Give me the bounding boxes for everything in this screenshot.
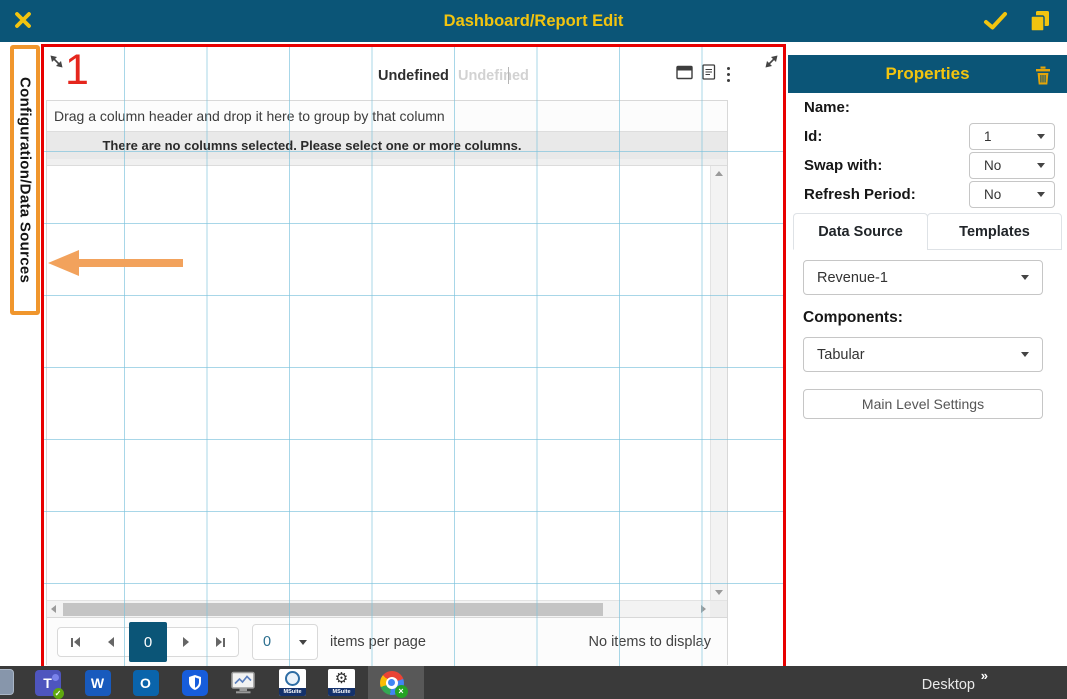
gear-icon: ⚙ bbox=[335, 671, 348, 686]
refresh-period-label: Refresh Period: bbox=[804, 186, 916, 203]
caret-down-icon bbox=[1037, 192, 1045, 197]
refresh-period-value: No bbox=[984, 187, 1001, 202]
id-select[interactable]: 1 bbox=[969, 123, 1055, 150]
word-icon[interactable]: W bbox=[84, 669, 111, 696]
copy-icon[interactable] bbox=[1028, 9, 1051, 38]
field-row-swap: Swap with: No bbox=[788, 151, 1067, 180]
data-source-select[interactable]: Revenue-1 bbox=[803, 260, 1043, 295]
teams-letter: T bbox=[43, 675, 52, 691]
caret-down-icon bbox=[1037, 134, 1045, 139]
scroll-left-icon[interactable] bbox=[51, 605, 56, 613]
show-desktop-label[interactable]: Desktop bbox=[922, 677, 975, 693]
id-label: Id: bbox=[804, 128, 822, 145]
data-source-value: Revenue-1 bbox=[817, 270, 888, 286]
scroll-down-icon[interactable] bbox=[715, 590, 723, 595]
trash-icon[interactable] bbox=[1034, 64, 1052, 90]
components-value: Tabular bbox=[817, 347, 865, 363]
teams-people-dot bbox=[52, 674, 59, 681]
next-page-icon[interactable] bbox=[168, 628, 203, 656]
id-value: 1 bbox=[984, 129, 992, 144]
tab-data-source[interactable]: Data Source bbox=[793, 213, 928, 250]
grid-filter-row bbox=[47, 159, 727, 166]
previous-page-icon[interactable] bbox=[93, 628, 128, 656]
bitwarden-icon[interactable] bbox=[181, 669, 208, 696]
refresh-period-select[interactable]: No bbox=[969, 181, 1055, 208]
field-row-refresh: Refresh Period: No bbox=[788, 180, 1067, 209]
page-size-select[interactable]: 0 bbox=[252, 624, 318, 660]
grid-group-hint: Drag a column header and drop it here to… bbox=[54, 108, 445, 124]
field-row-name: Name: bbox=[788, 93, 1067, 122]
dashboard-component-1[interactable]: 1 Undefined Undefined Drag a column head… bbox=[41, 44, 786, 666]
grid-group-drop-zone[interactable]: Drag a column header and drop it here to… bbox=[47, 101, 727, 132]
report-file-icon[interactable] bbox=[702, 64, 716, 85]
page-size-value: 0 bbox=[263, 634, 271, 650]
grid-pager: 0 0 items per page No items to display bbox=[47, 617, 727, 666]
msuite-globe-logo bbox=[285, 671, 300, 686]
resize-ne-handle-icon[interactable] bbox=[763, 53, 780, 75]
left-arrow-annotation-icon bbox=[48, 249, 184, 282]
properties-tabstrip: Data Source Templates bbox=[793, 213, 1062, 250]
sidebar-tab-label: Configuration/Data Sources bbox=[17, 77, 34, 283]
first-page-icon[interactable] bbox=[58, 628, 93, 656]
name-label: Name: bbox=[804, 99, 850, 116]
items-per-page-label: items per page bbox=[330, 634, 426, 650]
properties-title: Properties bbox=[788, 64, 1067, 84]
vertical-scrollbar[interactable] bbox=[710, 166, 727, 600]
horizontal-scroll-thumb[interactable] bbox=[63, 603, 603, 616]
system-monitor-icon[interactable] bbox=[230, 669, 257, 696]
properties-panel: Properties Name: Id: 1 Swap with: No Ref… bbox=[788, 42, 1067, 666]
msuite-settings-label: MSuite bbox=[328, 688, 355, 696]
word-letter: W bbox=[91, 675, 104, 691]
pager-status: No items to display bbox=[589, 634, 712, 650]
app-partial-icon[interactable] bbox=[0, 669, 14, 695]
check-icon[interactable] bbox=[983, 10, 1008, 37]
chrome-icon[interactable]: × bbox=[378, 669, 405, 696]
scroll-up-icon[interactable] bbox=[715, 171, 723, 176]
horizontal-scrollbar[interactable] bbox=[47, 600, 710, 617]
teams-icon[interactable]: T ✓ bbox=[34, 669, 61, 696]
msuite-app-label: MSuite bbox=[279, 688, 306, 696]
data-grid: Drag a column header and drop it here to… bbox=[46, 100, 728, 665]
last-page-icon[interactable] bbox=[203, 628, 238, 656]
properties-header: Properties bbox=[788, 55, 1067, 93]
window-icon[interactable] bbox=[676, 65, 693, 85]
msuite-settings-icon[interactable]: ⚙ MSuite bbox=[328, 669, 355, 696]
grid-content-area bbox=[47, 166, 727, 600]
component-subtitle-placeholder[interactable]: Undefined bbox=[458, 68, 529, 84]
caret-down-icon bbox=[1037, 163, 1045, 168]
caret-down-icon bbox=[1021, 275, 1029, 280]
components-label: Components: bbox=[803, 309, 1067, 327]
main-level-settings-button[interactable]: Main Level Settings bbox=[803, 389, 1043, 419]
outlook-letter: O bbox=[140, 675, 151, 691]
top-app-bar: Dashboard/Report Edit bbox=[0, 0, 1067, 42]
caret-down-icon bbox=[299, 640, 307, 645]
swap-with-select[interactable]: No bbox=[969, 152, 1055, 179]
windows-taskbar: T ✓ W O MSuite ⚙ MSuite × » bbox=[0, 666, 1067, 699]
kebab-menu-icon[interactable] bbox=[725, 66, 732, 83]
text-caret bbox=[508, 67, 509, 84]
grid-no-columns-message: There are no columns selected. Please se… bbox=[47, 138, 577, 153]
components-select[interactable]: Tabular bbox=[803, 337, 1043, 372]
resize-nw-handle-icon[interactable] bbox=[48, 53, 65, 75]
teams-status-check: ✓ bbox=[53, 688, 64, 699]
grid-header-row: There are no columns selected. Please se… bbox=[47, 132, 727, 159]
chrome-green-x-badge: × bbox=[395, 685, 408, 698]
component-title: Undefined bbox=[378, 68, 449, 84]
caret-down-icon bbox=[1021, 352, 1029, 357]
page-title: Dashboard/Report Edit bbox=[0, 12, 1067, 31]
tab-templates[interactable]: Templates bbox=[927, 213, 1062, 250]
taskbar-overflow-chevron[interactable]: » bbox=[981, 668, 988, 683]
swap-with-value: No bbox=[984, 158, 1001, 173]
msuite-app-icon[interactable]: MSuite bbox=[279, 669, 306, 696]
scrollbar-corner bbox=[710, 600, 727, 617]
field-row-id: Id: 1 bbox=[788, 122, 1067, 151]
component-number-label: 1 bbox=[65, 47, 89, 94]
scroll-right-icon[interactable] bbox=[701, 605, 706, 613]
sidebar-tab-configuration-data-sources[interactable]: Configuration/Data Sources bbox=[10, 45, 40, 315]
outlook-icon[interactable]: O bbox=[132, 669, 159, 696]
close-icon[interactable] bbox=[13, 10, 33, 35]
swap-with-label: Swap with: bbox=[804, 157, 882, 174]
current-page-button[interactable]: 0 bbox=[129, 622, 167, 662]
